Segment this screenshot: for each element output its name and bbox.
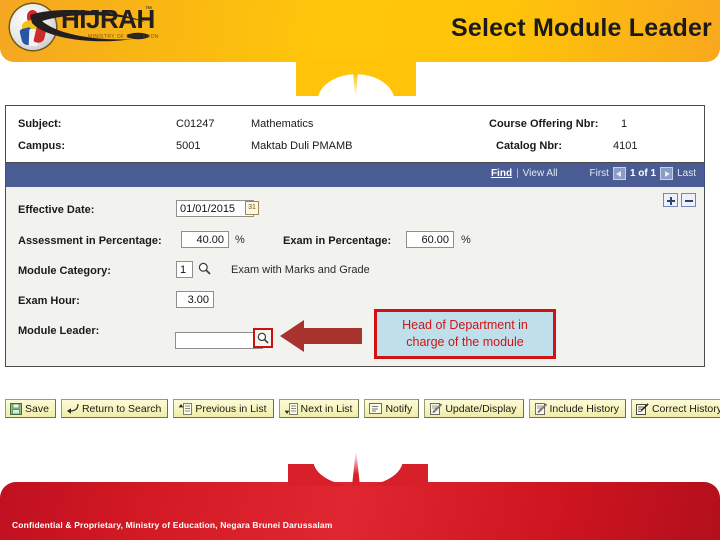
previous-in-list-button[interactable]: Previous in List xyxy=(173,399,274,418)
update-display-label: Update/Display xyxy=(445,402,517,415)
row-counter: 1 of 1 xyxy=(629,168,657,179)
catalog-nbr-value: 4101 xyxy=(613,140,638,152)
assessment-percentage-label: Assessment in Percentage: xyxy=(18,235,162,247)
include-history-label: Include History xyxy=(549,402,619,415)
next-row-icon[interactable] xyxy=(660,167,674,180)
exam-hour-label: Exam Hour: xyxy=(18,295,80,307)
find-link[interactable]: Find xyxy=(491,168,512,179)
subject-code: C01247 xyxy=(176,118,215,130)
effective-date-input[interactable] xyxy=(176,200,254,217)
left-arrow-icon xyxy=(280,320,362,352)
next-in-list-button[interactable]: Next in List xyxy=(278,399,360,418)
pencil-page-icon xyxy=(430,402,443,415)
view-all-link[interactable]: View All xyxy=(523,168,558,179)
floppy-disk-icon xyxy=(10,402,22,415)
header-decoration xyxy=(0,58,720,62)
first-link[interactable]: First xyxy=(590,168,609,179)
catalog-nbr-label: Catalog Nbr: xyxy=(496,140,562,152)
previous-row-icon[interactable] xyxy=(612,167,626,180)
page-header: Select Module Leader HIJRAH ™ MINISTRY O… xyxy=(0,0,720,62)
hijrah-logo: HIJRAH ™ MINISTRY OF EDUCATION xyxy=(6,1,159,53)
exam-percentage-label: Exam in Percentage: xyxy=(283,235,392,247)
notify-button-label: Notify xyxy=(385,402,413,415)
up-list-icon xyxy=(178,402,193,415)
next-in-list-label: Next in List xyxy=(300,402,353,415)
campus-name: Maktab Duli PMAMB xyxy=(251,140,353,152)
effective-date-label: Effective Date: xyxy=(18,204,95,216)
module-leader-magnifier-icon[interactable] xyxy=(253,328,273,348)
campus-label: Campus: xyxy=(18,140,66,152)
subject-label: Subject: xyxy=(18,118,62,130)
row-action-buttons xyxy=(663,193,696,207)
exam-percentage-input[interactable] xyxy=(406,231,454,248)
pencil-edit-icon xyxy=(636,402,649,415)
previous-in-list-label: Previous in List xyxy=(195,402,267,415)
header-spike-overlay xyxy=(0,58,720,98)
logo-tagline: MINISTRY OF EDUCATION xyxy=(88,34,159,40)
calendar-icon[interactable]: 31 xyxy=(245,201,259,215)
module-leader-field-group xyxy=(175,328,273,349)
logo-emblem-icon xyxy=(10,4,56,50)
correct-history-button[interactable]: Correct History xyxy=(630,399,720,418)
pencil-page-icon xyxy=(534,402,547,415)
delete-row-button[interactable] xyxy=(681,193,696,207)
exam-percent-sign: % xyxy=(461,234,471,246)
nav-separator: | xyxy=(516,168,519,179)
page-title: Select Module Leader xyxy=(450,14,712,42)
module-category-input[interactable] xyxy=(176,261,193,278)
action-toolbar: Save Return to Search Previous in List N… xyxy=(5,399,720,418)
annotation-callout: Head of Department in charge of the modu… xyxy=(374,309,556,359)
assessment-percent-sign: % xyxy=(235,234,245,246)
course-info-box: Subject: C01247 Mathematics Campus: 5001… xyxy=(5,105,705,163)
return-arrow-icon xyxy=(66,403,79,414)
save-button-label: Save xyxy=(25,402,49,415)
record-navigation-bar: Find | View All First 1 of 1 Last xyxy=(5,163,705,187)
module-leader-input[interactable] xyxy=(175,331,263,349)
envelope-icon xyxy=(369,403,383,414)
footer-decoration xyxy=(0,452,720,486)
down-list-icon xyxy=(284,402,298,415)
include-history-button[interactable]: Include History xyxy=(528,399,626,418)
callout-line-2: charge of the module xyxy=(406,335,524,349)
logo-wordmark: HIJRAH xyxy=(61,4,155,34)
module-leader-label: Module Leader: xyxy=(18,325,100,337)
footer-confidential-text: Confidential & Proprietary, Ministry of … xyxy=(12,520,333,530)
course-offering-nbr-value: 1 xyxy=(621,118,628,130)
course-offering-nbr-label: Course Offering Nbr: xyxy=(489,118,599,130)
callout-line-1: Head of Department in xyxy=(402,318,528,332)
subject-name: Mathematics xyxy=(251,118,314,130)
correct-history-label: Correct History xyxy=(651,402,720,415)
last-link[interactable]: Last xyxy=(677,168,696,179)
return-to-search-button[interactable]: Return to Search xyxy=(60,399,169,418)
update-display-button[interactable]: Update/Display xyxy=(424,399,524,418)
assessment-percentage-input[interactable] xyxy=(181,231,229,248)
notify-button[interactable]: Notify xyxy=(364,399,420,418)
add-row-button[interactable] xyxy=(663,193,678,207)
exam-hour-input[interactable] xyxy=(176,291,214,308)
save-button[interactable]: Save xyxy=(5,399,56,418)
module-category-description: Exam with Marks and Grade xyxy=(231,264,370,276)
module-category-label: Module Category: xyxy=(18,265,111,277)
module-category-magnifier-icon[interactable] xyxy=(198,262,211,275)
return-to-search-label: Return to Search xyxy=(81,402,162,415)
logo-trademark: ™ xyxy=(145,6,152,13)
page-footer: Confidential & Proprietary, Ministry of … xyxy=(0,482,720,540)
campus-code: 5001 xyxy=(176,140,201,152)
